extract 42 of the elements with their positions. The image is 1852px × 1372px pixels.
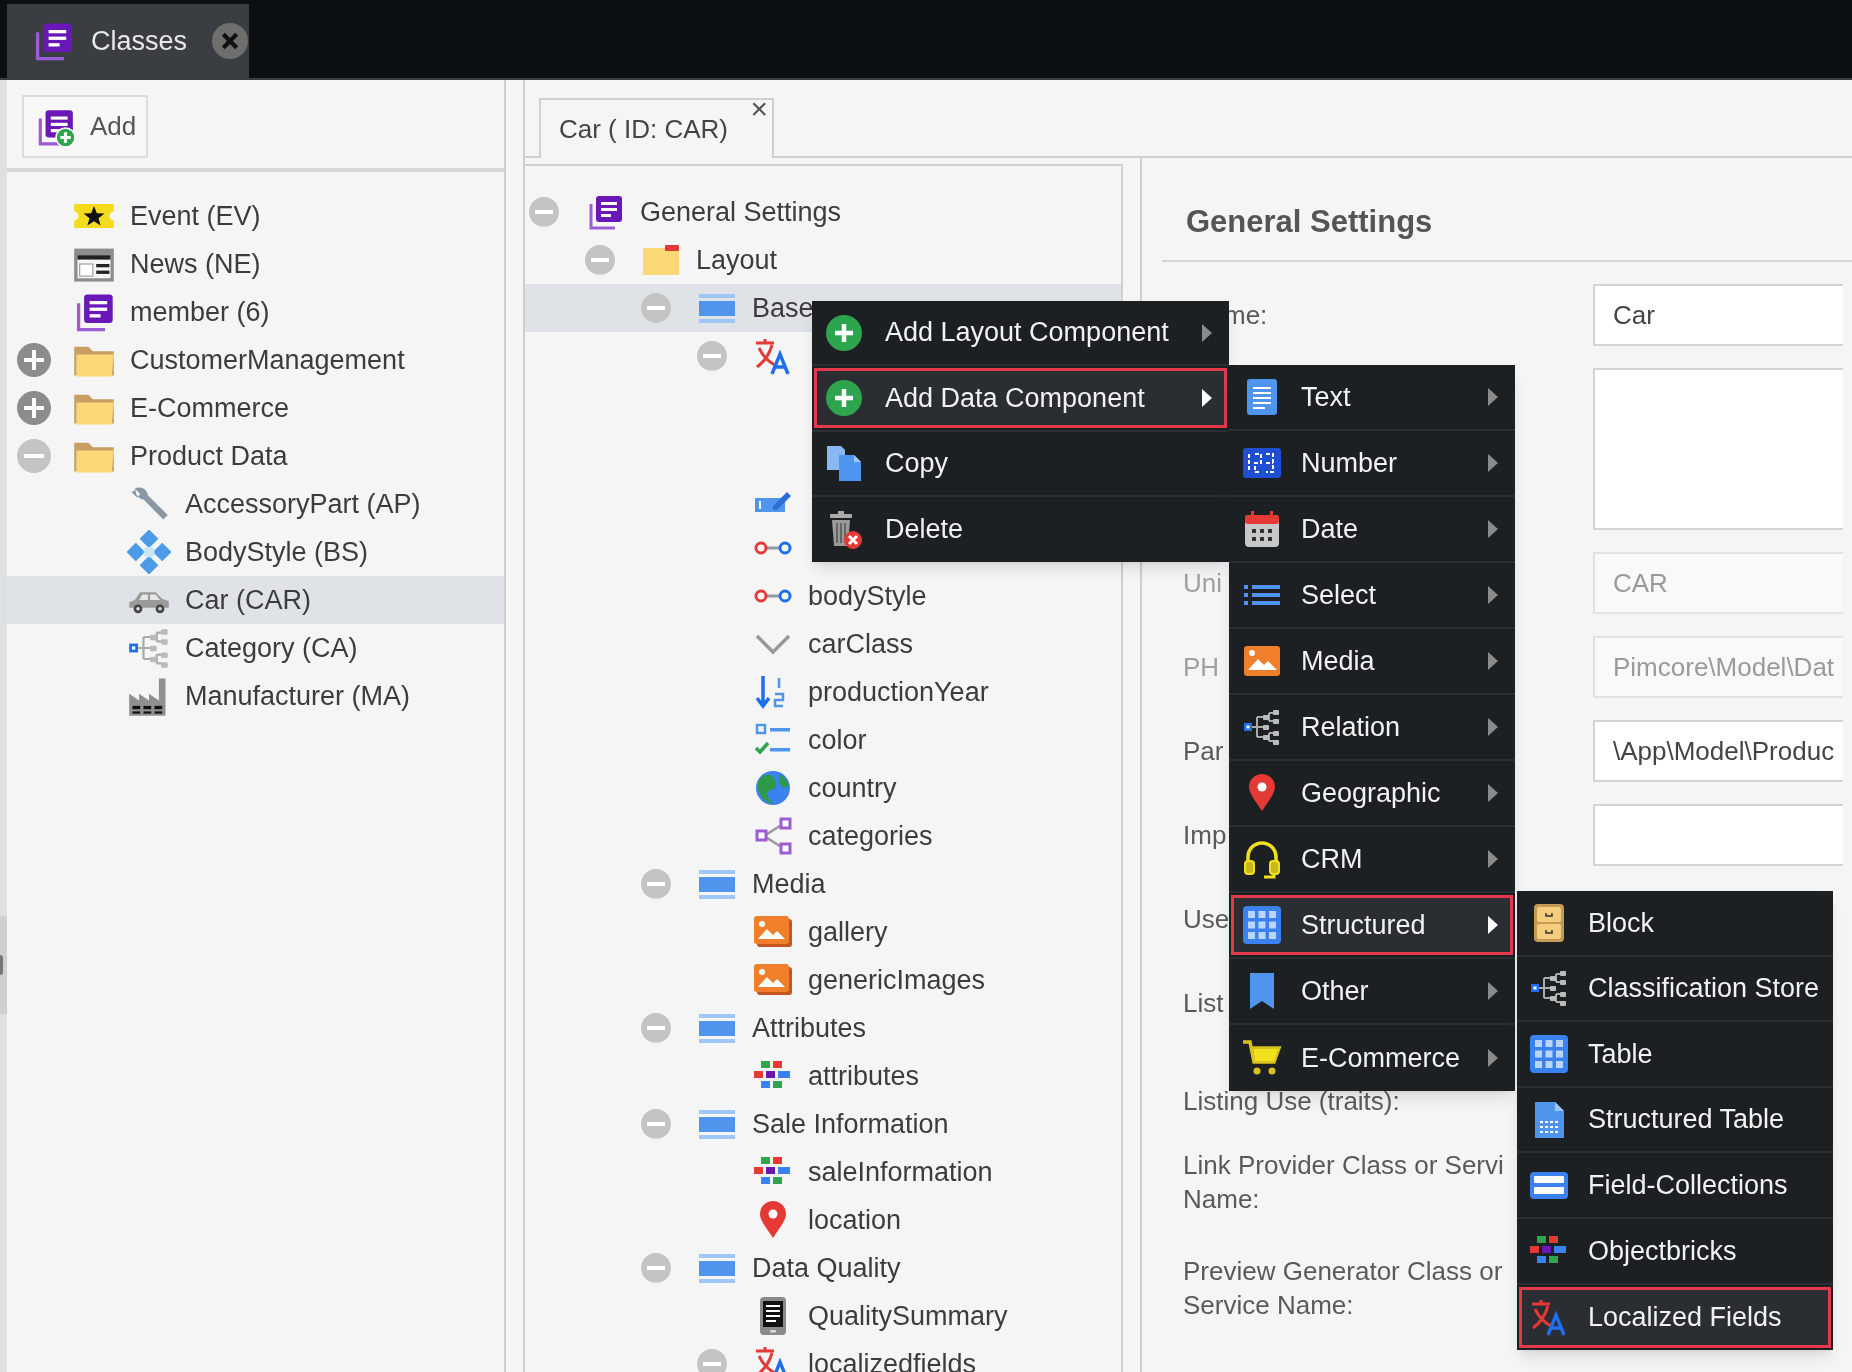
tree-label: Event (EV) — [130, 199, 261, 233]
tree-label: genericImages — [808, 963, 986, 997]
tree-label: gallery — [808, 915, 888, 949]
tree-label: Category (CA) — [185, 631, 358, 665]
field-label: Listing Use (traits): — [1183, 1085, 1400, 1118]
field-label: Link Provider Class or Servi Name: — [1183, 1149, 1504, 1216]
tree-label: E-Commerce — [130, 391, 290, 425]
tree-label: BodyStyle (BS) — [185, 535, 369, 569]
field-label: Use — [1183, 903, 1230, 936]
tree-label: News (NE) — [130, 247, 261, 281]
tree-label: location — [808, 1203, 902, 1237]
field-label: PH — [1183, 651, 1220, 684]
tree-label: Manufacturer (MA) — [185, 679, 411, 713]
tree-label: color — [808, 723, 867, 757]
field-label: Par — [1183, 735, 1224, 768]
tree-label: bodyStyle — [808, 579, 927, 613]
tree-label: Sale Information — [752, 1107, 949, 1141]
tree-label: member (6) — [130, 295, 270, 329]
tab-label: Classes — [91, 24, 188, 58]
tree-label: General Settings — [640, 195, 842, 229]
tree-label: CustomerManagement — [130, 343, 405, 377]
tree-label: categories — [808, 819, 933, 853]
tree-label: saleInformation — [808, 1155, 993, 1189]
field-label: Preview Generator Class or Service Name: — [1183, 1255, 1503, 1322]
field-label: Uni — [1183, 567, 1222, 600]
tree-label: Media — [752, 867, 826, 901]
tree-label: productionYear — [808, 675, 989, 709]
tree-label: Attributes — [752, 1011, 867, 1045]
field-label: List — [1183, 987, 1224, 1020]
tree-label: QualitySummary — [808, 1299, 1008, 1333]
tree-label: AccessoryPart (AP) — [185, 487, 421, 521]
tab-label: Car ( ID: CAR) — [559, 112, 728, 146]
tree-label: carClass — [808, 627, 914, 661]
tree-label: Base — [752, 291, 814, 325]
tree-label: Layout — [696, 243, 778, 277]
tree-label: country — [808, 771, 897, 805]
tree-label: Car (CAR) — [185, 583, 311, 617]
tree-label: attributes — [808, 1059, 920, 1093]
section-heading: General Settings — [1186, 203, 1434, 241]
tree-label: Product Data — [130, 439, 288, 473]
tree-label: Data Quality — [752, 1251, 901, 1285]
field-label: Imp — [1183, 819, 1227, 852]
